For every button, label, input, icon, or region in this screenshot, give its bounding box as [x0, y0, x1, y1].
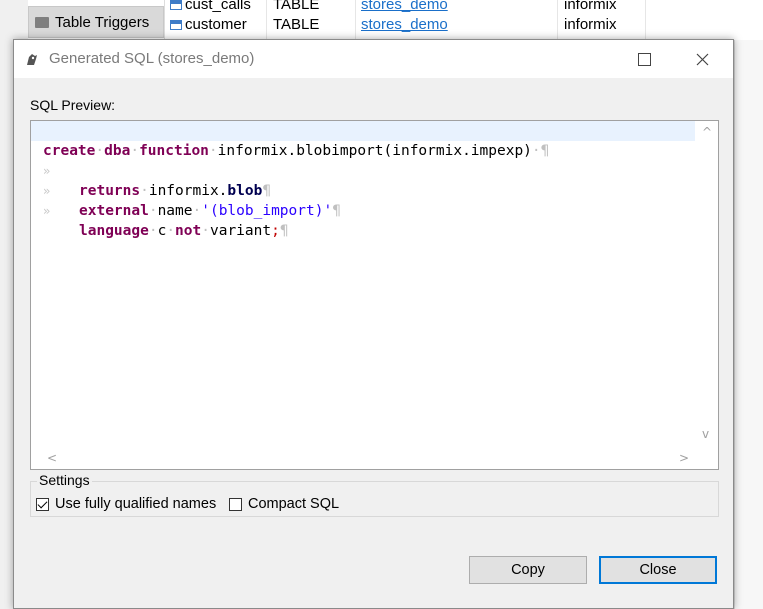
- sql-preview-editor[interactable]: create·dba·function·informix.blobimport(…: [30, 120, 719, 470]
- app-icon: [27, 54, 37, 65]
- table-icon: [170, 19, 182, 30]
- table-row[interactable]: customer TABLE stores_demo informix: [164, 14, 763, 34]
- nav-item-table-triggers[interactable]: Table Triggers: [28, 6, 164, 38]
- compact-sql-checkbox[interactable]: Compact SQL: [229, 496, 339, 512]
- scroll-down-icon[interactable]: v: [702, 427, 709, 441]
- fully-qualified-checkbox[interactable]: Use fully qualified names: [36, 496, 216, 512]
- nav-item-label: Table Triggers: [55, 13, 150, 31]
- tab-marker: »: [43, 204, 51, 218]
- compact-sql-label: Compact SQL: [248, 496, 340, 512]
- row-database-link[interactable]: stores_demo: [361, 0, 448, 13]
- maximize-button[interactable]: [621, 40, 667, 78]
- close-window-button[interactable]: [679, 40, 725, 78]
- sql-line: » external·name·'(blob_import)'¶: [31, 161, 695, 219]
- close-button[interactable]: Close: [599, 556, 717, 584]
- checkbox-checked-icon[interactable]: [36, 497, 49, 511]
- generated-sql-dialog: Generated SQL (stores_demo) SQL Preview:…: [13, 39, 734, 609]
- settings-label: Settings: [37, 472, 92, 488]
- row-type: TABLE: [273, 0, 320, 13]
- sql-preview-label: SQL Preview:: [30, 97, 116, 113]
- scroll-up-icon[interactable]: ^: [702, 125, 712, 139]
- copy-button[interactable]: Copy: [469, 556, 587, 584]
- folder-icon: [35, 16, 49, 28]
- scroll-right-icon[interactable]: >: [679, 451, 689, 465]
- sql-line: » language·c·not·variant;¶: [31, 181, 695, 239]
- close-icon: [696, 53, 708, 65]
- dialog-titlebar[interactable]: Generated SQL (stores_demo): [14, 40, 733, 78]
- sql-line: » returns·informix.blob¶: [31, 141, 695, 199]
- fully-qualified-label: Use fully qualified names: [55, 496, 217, 512]
- row-name: cust_calls: [185, 0, 251, 13]
- row-owner: informix: [564, 0, 617, 13]
- row-name: customer: [185, 15, 247, 33]
- row-type: TABLE: [273, 15, 320, 33]
- row-database-link[interactable]: stores_demo: [361, 16, 448, 33]
- sql-line: create·dba·function·informix.blobimport(…: [31, 121, 695, 159]
- checkbox-icon[interactable]: [229, 497, 242, 511]
- maximize-icon: [637, 52, 651, 66]
- vertical-scrollbar[interactable]: ^ v: [696, 121, 718, 449]
- dialog-title: Generated SQL (stores_demo): [49, 50, 255, 67]
- horizontal-scrollbar[interactable]: < >: [31, 448, 695, 469]
- table-icon: [170, 0, 182, 10]
- right-edge-panel: [734, 40, 763, 609]
- row-owner: informix: [564, 15, 617, 33]
- left-edge-panel: [0, 40, 14, 609]
- scroll-left-icon[interactable]: <: [47, 451, 57, 465]
- table-row[interactable]: cust_calls TABLE stores_demo informix: [164, 0, 763, 14]
